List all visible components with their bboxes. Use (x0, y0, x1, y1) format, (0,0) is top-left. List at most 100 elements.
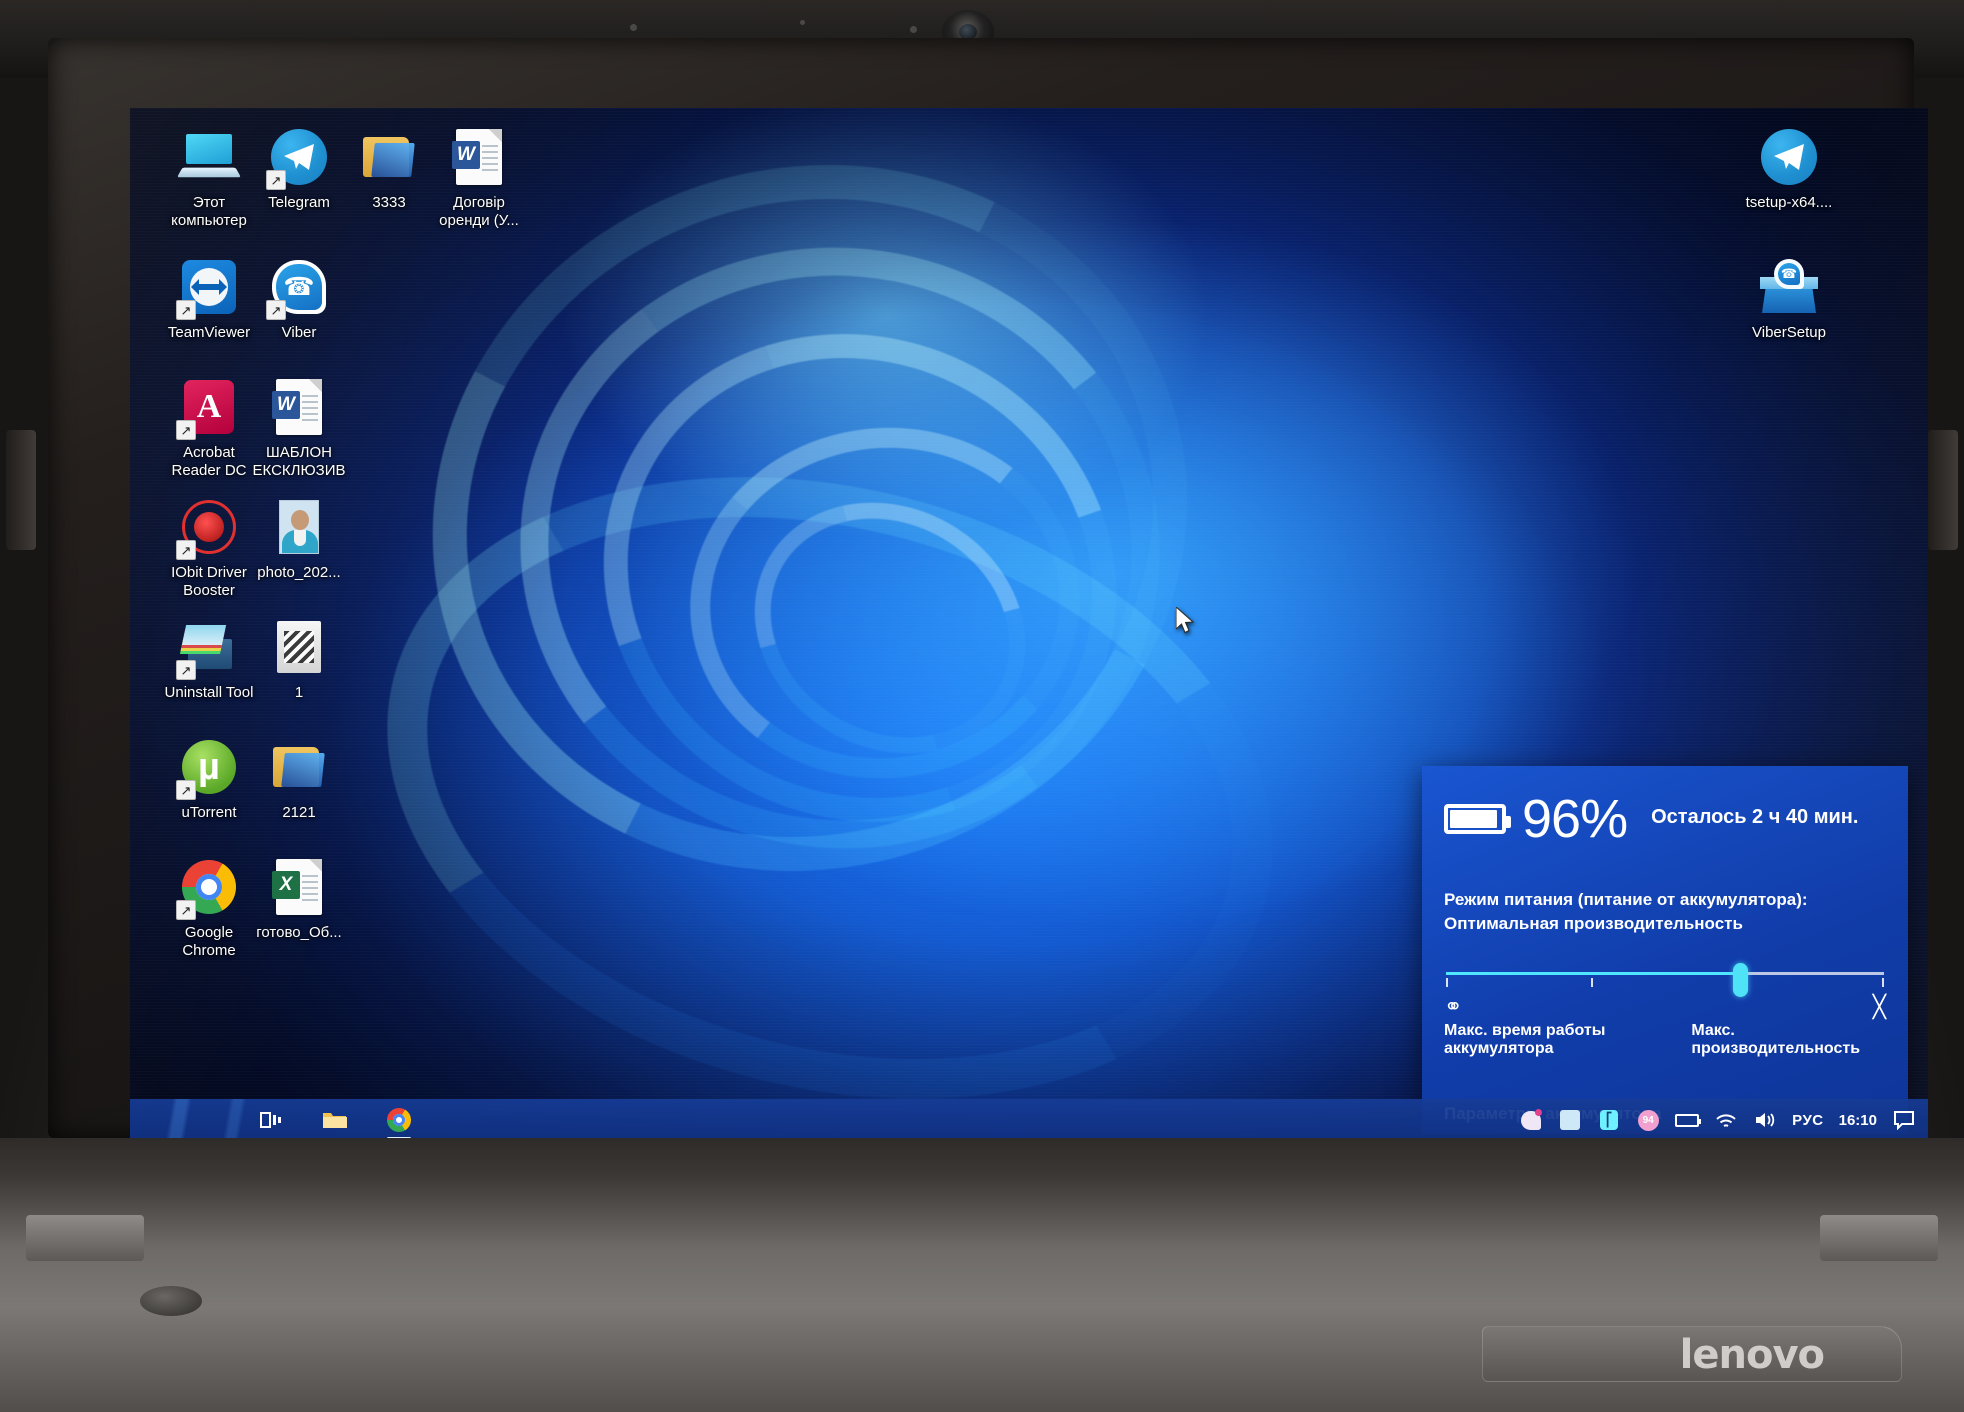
slider-tick (1591, 978, 1593, 987)
notification-glyph (1894, 1111, 1914, 1130)
lid-speck (910, 26, 917, 33)
desktop-icon-label: Viber (281, 324, 317, 341)
system-tray: ⎡ 94 РУС 16:10 (1519, 1099, 1916, 1141)
wifi-icon[interactable] (1714, 1108, 1738, 1132)
desktop-icon[interactable]: 1 (240, 616, 358, 702)
desktop-icon-label: photo_202... (257, 564, 341, 581)
slider-min-label: Макс. время работы аккумулятора (1444, 1022, 1606, 1057)
word-document-icon: W (452, 129, 502, 185)
battery-icon[interactable] (1675, 1108, 1702, 1132)
desktop-icon-glyph (176, 616, 240, 680)
lightning-bolt-icon: ╳ (1872, 994, 1886, 1019)
desktop-icon-glyph (176, 856, 240, 920)
battery-icon (1444, 804, 1511, 834)
desktop-icon-glyph: µ (176, 736, 240, 800)
shortcut-overlay-icon (176, 780, 196, 800)
slider-end-labels: Макс. время работы аккумулятора Макс. пр… (1444, 1022, 1886, 1058)
excel-document-icon: X (272, 859, 322, 915)
desktop-icon[interactable]: tsetup-x64.... (1730, 126, 1848, 212)
desktop-icon-glyph (268, 616, 330, 678)
desktop-icon-glyph: W (268, 376, 330, 438)
slider-max-label: Макс. производительность (1691, 1022, 1861, 1057)
desktop-icon-glyph: X (268, 856, 330, 918)
desktop-icon-glyph (1758, 126, 1820, 188)
task-view-button[interactable] (256, 1105, 286, 1135)
shortcut-overlay-icon (176, 300, 196, 320)
language-indicator[interactable]: РУС (1792, 1112, 1823, 1129)
photo-thumbnail-icon (279, 500, 319, 554)
desktop-icon-label: 2121 (282, 804, 316, 821)
slider-end-icons: ⚭ ╳ (1444, 994, 1886, 1020)
task-view-icon (260, 1112, 281, 1128)
battery-flyout-panel[interactable]: 96% Осталось 2 ч 40 мин. Режим питания (… (1422, 766, 1908, 1134)
desktop-icon[interactable]: W Договір оренди (У... (420, 126, 538, 230)
desktop-icon[interactable]: ☎ ViberSetup (1730, 256, 1848, 342)
power-mode-block: Режим питания (питание от аккумулятора):… (1444, 888, 1886, 936)
speaker-glyph (1756, 1113, 1775, 1127)
file-explorer-button[interactable] (320, 1105, 350, 1135)
lid-speck (630, 24, 637, 31)
battery-percent: 96% (1522, 789, 1628, 849)
power-mode-slider[interactable] (1444, 963, 1886, 997)
desktop-icon-glyph: A (176, 376, 240, 440)
desktop-icon-label: ViberSetup (1752, 324, 1826, 341)
desktop-icon-label: готово_Об... (256, 924, 342, 941)
document-tray-icon[interactable] (1558, 1108, 1582, 1132)
desktop-icon-label: tsetup-x64.... (1745, 194, 1833, 211)
desktop-icon-label: Договір оренди (У... (439, 194, 519, 229)
slider-track-fill (1446, 972, 1743, 975)
telegram-setup-icon (1761, 129, 1817, 185)
folder-icon (273, 745, 325, 789)
wifi-glyph (1716, 1114, 1736, 1127)
desktop-icon-glyph (358, 126, 420, 188)
desktop-icon[interactable]: W ШАБЛОН ЕКСКЛЮЗИВ (240, 376, 358, 480)
desktop-icon-label: ШАБЛОН ЕКСКЛЮЗИВ (252, 444, 346, 479)
power-mode-title: Режим питания (питание от аккумулятора): (1444, 890, 1808, 909)
laptop-foot-right (1820, 1215, 1938, 1261)
shortcut-overlay-icon (176, 900, 196, 920)
winrar-archive-icon (277, 621, 321, 673)
screen-bezel: ЭтоткомпьютерTelegram3333WДоговіроренди … (48, 38, 1928, 1141)
desktop-icon-glyph: W (448, 126, 510, 188)
taskbar-clock[interactable]: 16:10 (1839, 1112, 1877, 1129)
desktop-icon[interactable]: photo_202... (240, 496, 358, 582)
folder-icon (323, 1113, 347, 1128)
desktop-icon-glyph: ☎ (266, 256, 330, 320)
desktop-icon[interactable]: 2121 (240, 736, 358, 822)
battery-round-icon[interactable]: 94 (1636, 1108, 1660, 1132)
shortcut-overlay-icon (176, 420, 196, 440)
laptop-screen: ЭтоткомпьютерTelegram3333WДоговіроренди … (130, 108, 1928, 1141)
slider-tick (1446, 978, 1448, 987)
desktop-icon[interactable]: ☎ Viber (240, 256, 358, 342)
taskbar: ⎡ 94 РУС 16:10 (130, 1099, 1928, 1141)
power-mode-value: Оптимальная производительность (1444, 914, 1743, 933)
desktop-icon-glyph (266, 126, 330, 190)
battery-summary-row: 96% Осталось 2 ч 40 мин. (1444, 792, 1886, 846)
desktop-icon[interactable]: Xготово_Об... (240, 856, 358, 942)
volume-icon[interactable] (1753, 1108, 1777, 1132)
shortcut-overlay-icon (266, 170, 286, 190)
desktop-icon-glyph (176, 256, 240, 320)
desktop-icon-label: 1 (294, 684, 304, 701)
battery-time-remaining: Осталось 2 ч 40 мин. (1651, 805, 1859, 828)
laptop-photo: ЭтоткомпьютерTelegram3333WДоговіроренди … (0, 0, 1964, 1412)
desktop-icon-glyph: ☎ (1758, 256, 1820, 318)
desktop-icon-glyph (177, 126, 241, 188)
lid-speck (800, 20, 805, 25)
word-document-icon: W (272, 379, 322, 435)
notification-chat-icon[interactable] (1892, 1108, 1916, 1132)
desktop-icon-glyph (268, 736, 330, 798)
this-pc-icon (177, 134, 241, 180)
slider-tick (1882, 978, 1884, 987)
viber-setup-icon: ☎ (1760, 259, 1818, 315)
viber-tray-icon[interactable] (1519, 1108, 1543, 1132)
chrome-taskbar-button[interactable] (384, 1105, 414, 1140)
hinge-right (1928, 430, 1958, 550)
bluetooth-icon[interactable]: ⎡ (1597, 1108, 1621, 1132)
desktop-icon-glyph (268, 496, 330, 558)
taskbar-buttons (256, 1099, 414, 1141)
desktop-icon-glyph (176, 496, 240, 560)
slider-track[interactable] (1446, 972, 1884, 975)
shortcut-overlay-icon (266, 300, 286, 320)
slider-thumb[interactable] (1733, 963, 1749, 997)
